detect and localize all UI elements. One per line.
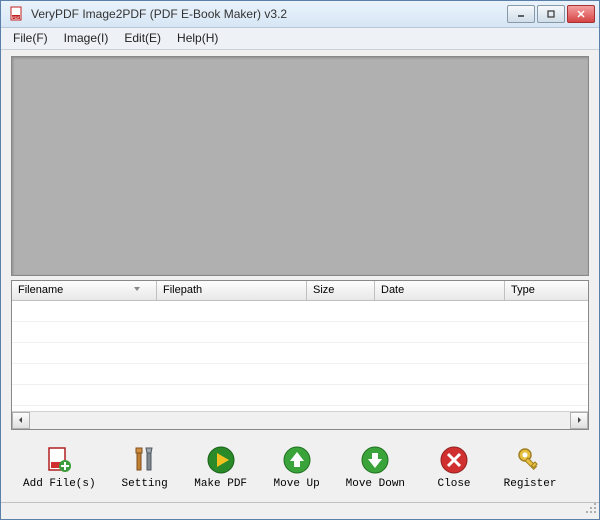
add-files-label: Add File(s)	[23, 478, 96, 490]
column-filepath-label: Filepath	[163, 284, 202, 296]
close-button[interactable]: Close	[427, 444, 481, 490]
file-table: Filename Filepath Size Date Type	[11, 280, 589, 430]
maximize-button[interactable]	[537, 5, 565, 23]
move-up-label: Move Up	[274, 478, 320, 490]
column-date[interactable]: Date	[375, 281, 505, 300]
column-filepath[interactable]: Filepath	[157, 281, 307, 300]
table-row	[12, 385, 588, 406]
column-filename[interactable]: Filename	[12, 281, 157, 300]
close-label: Close	[438, 478, 471, 490]
titlebar[interactable]: PDF VeryPDF Image2PDF (PDF E-Book Maker)…	[1, 1, 599, 28]
app-icon: PDF	[9, 6, 25, 22]
menubar: File(F) Image(I) Edit(E) Help(H)	[1, 28, 599, 49]
column-filename-label: Filename	[18, 284, 63, 296]
setting-icon	[129, 444, 161, 476]
table-row	[12, 322, 588, 343]
column-date-label: Date	[381, 284, 404, 296]
make-pdf-label: Make PDF	[194, 478, 247, 490]
minimize-button[interactable]	[507, 5, 535, 23]
register-label: Register	[504, 478, 557, 490]
register-icon	[514, 444, 546, 476]
svg-text:PDF: PDF	[12, 15, 21, 20]
table-body[interactable]	[12, 301, 588, 411]
register-button[interactable]: Register	[503, 444, 557, 490]
move-down-icon	[359, 444, 391, 476]
table-row	[12, 364, 588, 385]
add-files-icon	[43, 444, 75, 476]
make-pdf-button[interactable]: Make PDF	[194, 444, 248, 490]
resize-grip-icon[interactable]	[585, 502, 597, 517]
scroll-left-button[interactable]	[12, 412, 30, 429]
close-window-button[interactable]	[567, 5, 595, 23]
move-up-icon	[281, 444, 313, 476]
toolbar: Add File(s) Setting Make PDF Move Up	[11, 434, 589, 498]
menu-edit[interactable]: Edit(E)	[116, 29, 169, 47]
sort-indicator-icon	[132, 284, 142, 297]
move-down-button[interactable]: Move Down	[346, 444, 405, 490]
menu-file[interactable]: File(F)	[5, 29, 56, 47]
column-size-label: Size	[313, 284, 334, 296]
window-title: VeryPDF Image2PDF (PDF E-Book Maker) v3.…	[29, 7, 507, 21]
column-type[interactable]: Type	[505, 281, 588, 300]
setting-label: Setting	[122, 478, 168, 490]
column-size[interactable]: Size	[307, 281, 375, 300]
statusbar	[1, 502, 599, 519]
table-header: Filename Filepath Size Date Type	[12, 281, 588, 301]
preview-panel	[11, 56, 589, 276]
menu-image[interactable]: Image(I)	[56, 29, 117, 47]
move-down-label: Move Down	[346, 478, 405, 490]
setting-button[interactable]: Setting	[118, 444, 172, 490]
move-up-button[interactable]: Move Up	[270, 444, 324, 490]
scroll-right-button[interactable]	[570, 412, 588, 429]
scroll-track[interactable]	[30, 412, 570, 429]
table-row	[12, 343, 588, 364]
close-icon	[438, 444, 470, 476]
table-row	[12, 301, 588, 322]
make-pdf-icon	[205, 444, 237, 476]
column-type-label: Type	[511, 284, 535, 296]
app-window: PDF VeryPDF Image2PDF (PDF E-Book Maker)…	[0, 0, 600, 520]
horizontal-scrollbar[interactable]	[12, 411, 588, 429]
menu-help[interactable]: Help(H)	[169, 29, 226, 47]
window-controls	[507, 5, 595, 23]
add-files-button[interactable]: Add File(s)	[23, 444, 96, 490]
content-area: Filename Filepath Size Date Type	[1, 50, 599, 502]
